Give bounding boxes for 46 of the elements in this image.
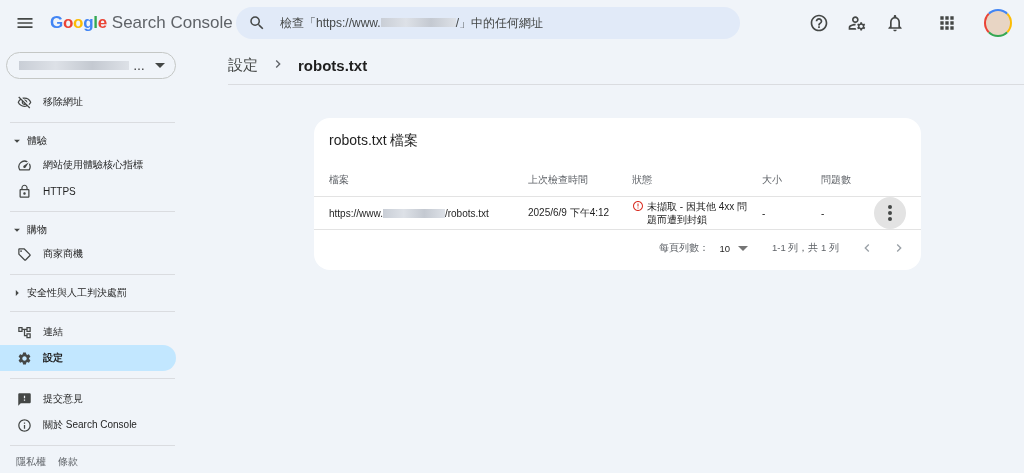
column-header: 問題數 [806,174,856,197]
search-icon [248,14,266,32]
sidebar-item[interactable]: 網站使用體驗核心指標 [0,152,176,178]
rows-per-page-dropdown[interactable]: 10 [719,242,749,254]
avatar[interactable] [984,9,1012,37]
column-header: 狀態 [617,174,747,197]
sidebar-section[interactable]: 購物 [0,219,185,241]
column-header: 上次檢查時間 [513,174,617,197]
eye-crossed-icon [17,94,32,110]
sidebar-section[interactable]: 安全性與人工判決處罰 [0,282,185,304]
table-cell: - [806,197,856,230]
sidebar-section[interactable]: 體驗 [0,130,185,152]
info-icon [17,417,32,433]
breadcrumb-link[interactable]: 設定 [228,55,258,75]
hierarchy-icon [17,324,32,340]
footer-link[interactable]: 條款 [58,455,78,469]
google-logo: Google [50,13,107,33]
card-title: robots.txt 檔案 [328,131,420,150]
page-range: 1-1 列，共 1 列 [772,241,839,255]
lock-icon [17,183,32,199]
settings-icon [17,350,32,366]
feedback-icon [17,391,32,407]
table-cell: 2025/6/9 下午4:12 [513,197,617,230]
table-cell: https://www. /robots.txt [314,197,513,230]
caret-icon [738,245,749,251]
footer-link[interactable]: 隱私權 [16,455,46,469]
rows-per-page-label: 每頁列數： [659,241,710,255]
search-field[interactable]: 檢查「https://www. /」中的任何網址 [236,7,740,39]
column-header: 大小 [747,174,806,197]
sidebar-item[interactable]: 設定 [0,345,176,371]
sidebar-item[interactable]: 提交意見 [0,386,176,412]
sidebar-item[interactable]: 移除網址 [0,89,176,115]
sidebar-item[interactable]: 商家商機 [0,241,176,267]
caret-icon [155,63,165,68]
gauge-icon [17,157,32,173]
sidebar-item[interactable]: 連結 [0,319,176,345]
product-name: Search Console [111,13,233,33]
page-title: robots.txt [298,56,368,74]
sidebar-item[interactable]: HTTPS [0,178,176,204]
tag-icon [17,246,32,262]
more-vertical-icon [888,205,892,221]
table-cell: 未擷取 - 因其他 4xx 問題而遭到封鎖 [617,197,747,230]
more-button[interactable] [874,197,906,229]
sidebar-item[interactable]: 關於 Search Console [0,412,176,438]
table-cell: - [747,197,806,230]
column-header: 檔案 [314,174,513,197]
